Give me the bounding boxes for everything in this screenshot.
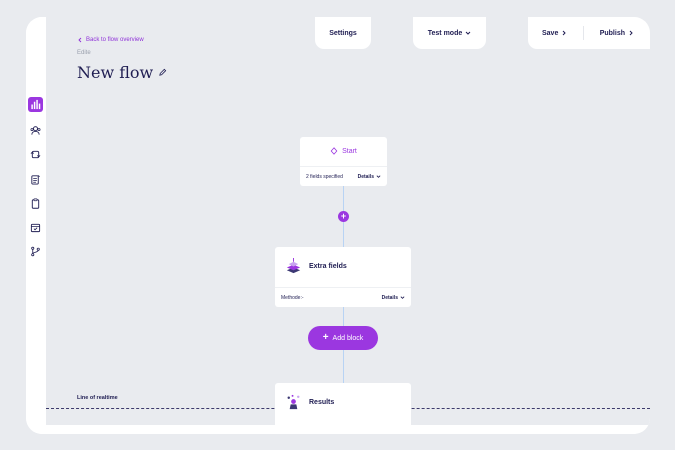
sidebar-item-analytics[interactable]	[28, 97, 43, 112]
document-list-icon	[31, 175, 40, 185]
publish-button[interactable]: Publish	[600, 30, 634, 37]
app-window: Back to flow overview Edite New flow Set…	[26, 17, 650, 434]
divider	[583, 26, 585, 40]
start-block[interactable]: Start 2 fields specified Details	[300, 137, 387, 186]
sidebar-item-documents[interactable]	[28, 172, 43, 187]
method-value: Methode:-	[281, 294, 304, 301]
start-block-footer: 2 fields specified Details	[300, 166, 387, 186]
tab-settings[interactable]: Settings	[315, 17, 371, 49]
chevron-down-icon	[400, 296, 405, 299]
save-label: Save	[542, 29, 559, 37]
edit-label: Edite	[77, 50, 91, 56]
sidebar-item-branch[interactable]	[28, 244, 43, 259]
start-block-header: Start	[300, 137, 387, 165]
realtime-label: Line of realtime	[77, 395, 118, 401]
extra-fields-block[interactable]: Extra fields Methode:- Details	[275, 247, 411, 307]
chevron-right-icon	[563, 30, 567, 36]
sync-icon	[30, 150, 41, 159]
plus-icon: +	[322, 332, 329, 343]
inbox-icon	[30, 223, 41, 233]
back-link-label: Back to flow overview	[86, 37, 144, 43]
chevron-down-icon	[465, 31, 471, 35]
results-icon	[287, 394, 300, 410]
extra-fields-footer: Methode:- Details	[275, 287, 411, 307]
details-label: Details	[381, 294, 398, 301]
results-header: Results	[275, 383, 411, 422]
chevron-right-icon	[629, 30, 633, 36]
extra-details-button[interactable]: Details	[382, 295, 405, 301]
add-block-label: Add block	[332, 334, 364, 342]
clipboard-icon	[31, 198, 40, 209]
fields-count: 2 fields specified	[306, 173, 343, 180]
sidebar-item-users[interactable]	[28, 123, 43, 138]
extra-fields-header: Extra fields	[275, 247, 411, 286]
sidebar-item-sync[interactable]	[28, 147, 43, 162]
results-label: Results	[309, 399, 335, 406]
sidebar-item-inbox[interactable]	[28, 220, 43, 235]
branch-icon	[31, 246, 40, 257]
analytics-icon	[31, 99, 41, 110]
publish-label: Publish	[599, 29, 625, 37]
insert-block-button[interactable]: +	[338, 211, 349, 222]
diamond-icon	[330, 147, 338, 155]
extra-fields-label: Extra fields	[309, 263, 347, 270]
save-button[interactable]: Save	[542, 30, 567, 37]
start-details-button[interactable]: Details	[358, 174, 381, 180]
details-label: Details	[357, 173, 374, 180]
results-block[interactable]: Results	[275, 383, 411, 425]
test-mode-label: Test mode	[427, 29, 463, 37]
flow-canvas[interactable]: Back to flow overview Edite New flow Set…	[46, 17, 650, 425]
sidebar	[26, 17, 46, 434]
start-block-label: Start	[342, 147, 357, 155]
page-title-text: New flow	[77, 63, 154, 82]
page-title: New flow	[77, 63, 167, 82]
chevron-left-icon	[78, 37, 82, 43]
users-icon	[30, 126, 41, 135]
test-mode-dropdown[interactable]: Test mode	[413, 17, 486, 49]
tab-settings-label: Settings	[329, 29, 357, 37]
layers-icon	[286, 257, 301, 274]
add-block-button[interactable]: + Add block	[308, 326, 378, 350]
chevron-down-icon	[376, 175, 381, 178]
edit-pencil-icon[interactable]	[158, 68, 167, 77]
save-publish-bar: Save Publish	[528, 17, 650, 49]
back-link[interactable]: Back to flow overview	[77, 37, 144, 43]
sidebar-item-clipboard[interactable]	[28, 196, 43, 211]
